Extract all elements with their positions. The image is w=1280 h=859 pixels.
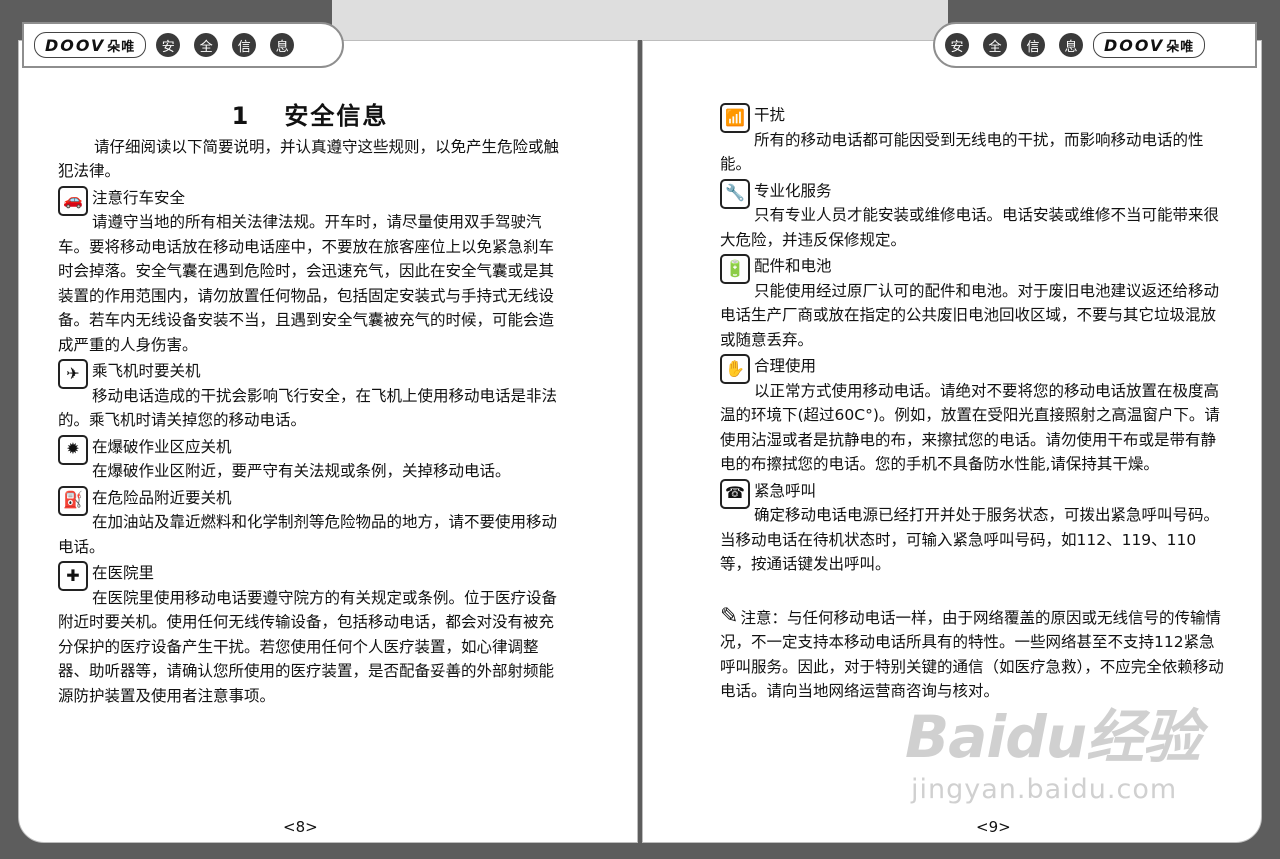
- section-body: 以正常方式使用移动电话。请绝对不要将您的移动电话放置在极度高温的环境下(超过60…: [720, 381, 1220, 474]
- watermark-url: jingyan.baidu.com: [911, 774, 1178, 805]
- section-heading: 配件和电池: [754, 257, 832, 275]
- doov-logo: DOOV 朵唯: [34, 32, 147, 58]
- chapter-char: 全: [194, 33, 219, 57]
- safety-section: 🚗 注意行车安全 请遵守当地的所有相关法律法规。开车时，请尽量使用双手驾驶汽车。…: [58, 185, 562, 358]
- section-body: 只能使用经过原厂认可的配件和电池。对于废旧电池建议返还给移动电话生产厂商或放在指…: [720, 281, 1220, 349]
- safety-section: 📶 干扰 所有的移动电话都可能因受到无线电的干扰，而影响移动电话的性能。: [720, 103, 1226, 177]
- safety-section: ✋ 合理使用 以正常方式使用移动电话。请绝对不要将您的移动电话放置在极度高温的环…: [720, 354, 1226, 477]
- safety-section: ✹ 在爆破作业区应关机 在爆破作业区附近，要严守有关法规或条例，关掉移动电话。: [58, 434, 562, 484]
- blasting-icon: ✹: [58, 434, 88, 465]
- airplane-icon: ✈: [58, 359, 88, 389]
- chapter-char: 信: [1021, 33, 1045, 57]
- section-heading: 乘飞机时要关机: [92, 362, 201, 380]
- note-text: 注意：与任何移动电话一样，由于网络覆盖的原因或无线信号的传输情况，不一定支持本移…: [720, 608, 1224, 701]
- safety-section: ☎ 紧急呼叫 确定移动电话电源已经打开并处于服务状态，可拨出紧急呼叫号码。当移动…: [720, 478, 1226, 577]
- section-heading: 干扰: [754, 106, 786, 124]
- chapter-char: 息: [1059, 33, 1083, 57]
- section-body: 请遵守当地的所有相关法律法规。开车时，请尽量使用双手驾驶汽车。要将移动电话放在移…: [58, 213, 555, 354]
- section-body: 移动电话造成的干扰会影响飞行安全，在飞机上使用移动电话是非法的。乘飞机时请关掉您…: [58, 386, 558, 430]
- section-heading: 专业化服务: [754, 181, 832, 200]
- safety-section: ✚ 在医院里 在医院里使用移动电话要遵守院方的有关规定或条例。位于医疗设备附近时…: [58, 561, 562, 708]
- section-heading: 在医院里: [92, 564, 155, 582]
- title-number: 1: [231, 102, 251, 130]
- section-heading: 注意行车安全: [92, 188, 186, 207]
- section-body: 确定移动电话电源已经打开并处于服务状态，可拨出紧急呼叫号码。当移动电话在待机状态…: [720, 506, 1220, 573]
- logo-brand: DOOV: [45, 35, 106, 55]
- logo-brand: DOOV: [1104, 35, 1165, 55]
- proper-use-icon: ✋: [720, 354, 750, 384]
- safety-section: 🔧 专业化服务 只有专业人员才能安装或维修电话。电话安装或维修不当可能带来很大危…: [720, 178, 1226, 253]
- section-body: 只有专业人员才能安装或维修电话。电话安装或维修不当可能带来很大危险，并违反保修规…: [720, 206, 1220, 249]
- section-body: 所有的移动电话都可能因受到无线电的干扰，而影响移动电话的性能。: [720, 130, 1204, 174]
- chapter-char: 安: [156, 33, 181, 57]
- section-heading: 在爆破作业区应关机: [92, 437, 232, 456]
- car-icon: 🚗: [58, 185, 88, 216]
- section-body: 在爆破作业区附近，要严守有关法规或条例，关掉移动电话。: [92, 462, 511, 480]
- interference-icon: 📶: [720, 103, 750, 133]
- chapter-char: 信: [232, 33, 257, 57]
- safety-section: 🔋 配件和电池 只能使用经过原厂认可的配件和电池。对于废旧电池建议返还给移动电话…: [720, 254, 1226, 352]
- watermark-logo-text: Baidu经验: [905, 703, 1201, 771]
- logo-cn: 朵唯: [1166, 39, 1195, 55]
- chapter-char: 全: [983, 33, 1007, 57]
- hospital-cross-icon: ✚: [58, 561, 88, 591]
- fuel-pump-icon: ⛽: [58, 485, 88, 516]
- emergency-call-icon: ☎: [720, 478, 750, 509]
- pencil-note-icon: ✎: [720, 603, 739, 629]
- note-paragraph: ✎ 注意：与任何移动电话一样，由于网络覆盖的原因或无线信号的传输情况，不一定支持本…: [720, 603, 1226, 704]
- baidu-watermark: Baidu经验 jingyan.baidu.com: [905, 690, 1201, 805]
- page-number-right: <9>: [976, 818, 1011, 836]
- chapter-char: 息: [270, 33, 295, 57]
- left-column: 1 安全信息 请仔细阅读以下简要说明，并认真遵守这些规则，以免产生危险或触犯法律。…: [58, 100, 562, 708]
- safety-section: ⛽ 在危险品附近要关机 在加油站及靠近燃料和化学制剂等危险物品的地方，请不要使用…: [58, 485, 562, 560]
- title-text: 安全信息: [284, 102, 389, 130]
- doov-logo: DOOV 朵唯: [1093, 32, 1206, 58]
- top-center-band: [332, 0, 948, 40]
- right-header-tab: 安 全 信 息 DOOV 朵唯: [933, 22, 1257, 68]
- logo-cn: 朵唯: [107, 39, 136, 55]
- battery-icon: 🔋: [720, 254, 750, 284]
- left-header-tab: DOOV 朵唯 安 全 信 息: [22, 22, 344, 68]
- section-title: 1 安全信息: [58, 104, 562, 129]
- section-heading: 合理使用: [754, 357, 817, 375]
- safety-section: ✈ 乘飞机时要关机 移动电话造成的干扰会影响飞行安全，在飞机上使用移动电话是非法…: [58, 359, 562, 433]
- service-icon: 🔧: [720, 178, 750, 209]
- page-number-left: <8>: [283, 818, 318, 836]
- section-heading: 紧急呼叫: [754, 481, 817, 500]
- section-body: 在加油站及靠近燃料和化学制剂等危险物品的地方，请不要使用移动电话。: [58, 513, 558, 556]
- chapter-label: 安 全 信 息: [146, 33, 304, 57]
- intro-paragraph: 请仔细阅读以下简要说明，并认真遵守这些规则，以免产生危险或触犯法律。: [58, 137, 560, 181]
- chapter-char: 安: [945, 33, 969, 57]
- chapter-label: 安 全 信 息: [935, 33, 1093, 57]
- section-heading: 在危险品附近要关机: [92, 488, 232, 507]
- section-body: 在医院里使用移动电话要遵守院方的有关规定或条例。位于医疗设备附近时要关机。使用任…: [58, 588, 558, 705]
- right-column: 📶 干扰 所有的移动电话都可能因受到无线电的干扰，而影响移动电话的性能。 🔧 专…: [720, 101, 1226, 704]
